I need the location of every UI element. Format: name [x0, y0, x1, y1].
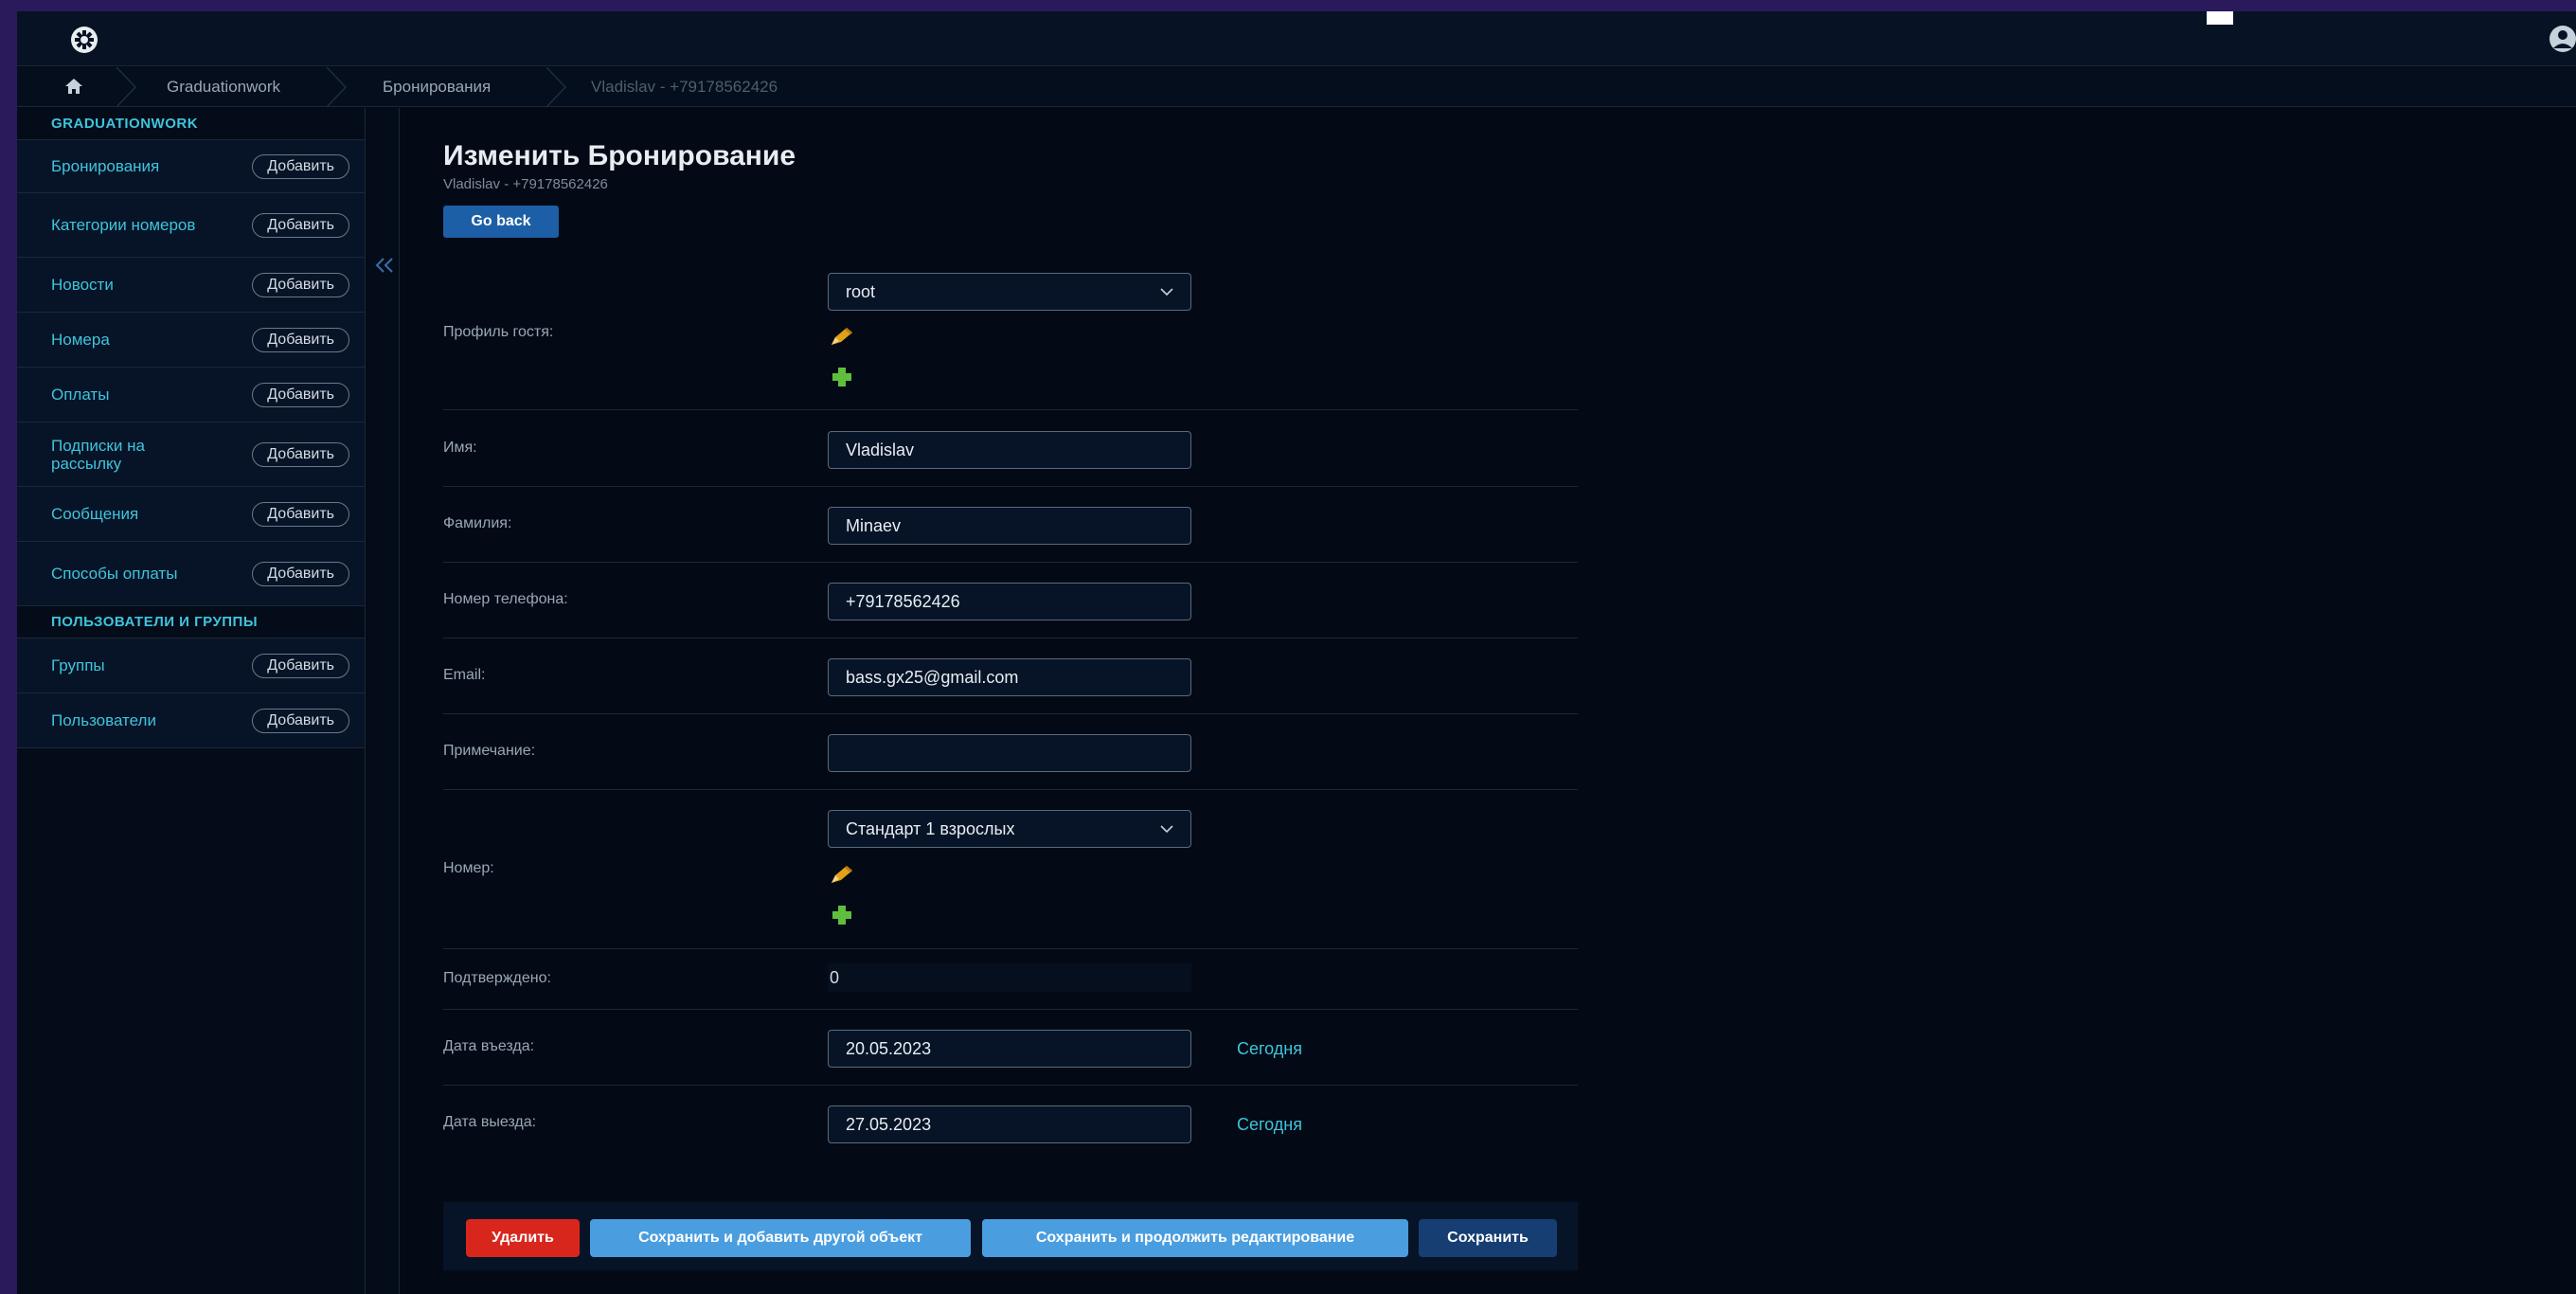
home-icon[interactable] — [64, 78, 83, 95]
go-back-button[interactable]: Go back — [443, 206, 559, 238]
field-label: Номер: — [443, 860, 494, 876]
breadcrumb-separator-icon — [326, 67, 348, 107]
delete-button[interactable]: Удалить — [466, 1219, 580, 1257]
add-button[interactable]: Добавить — [252, 153, 349, 179]
first-name-input[interactable]: Vladislav — [828, 431, 1191, 469]
last-name-input[interactable]: Minaev — [828, 507, 1191, 545]
breadcrumb-bookings[interactable]: Бронирования — [383, 67, 491, 107]
add-button[interactable]: Добавить — [252, 441, 349, 467]
checkin-date-input[interactable]: 20.05.2023 — [828, 1030, 1191, 1068]
select-value: root — [846, 282, 876, 301]
checkout-date-input[interactable]: 27.05.2023 — [828, 1105, 1191, 1143]
sidebar-toggle[interactable] — [367, 108, 400, 1294]
breadcrumb-current: Vladislav - +79178562426 — [591, 78, 778, 96]
form-row-checkin: Дата въезда: 20.05.2023 Сегодня — [443, 1010, 1578, 1086]
save-and-add-button[interactable]: Сохранить и добавить другой объект — [590, 1219, 971, 1257]
add-button[interactable]: Добавить — [252, 212, 349, 238]
sidebar-item-messages: Сообщения Добавить — [17, 487, 365, 542]
save-button[interactable]: Сохранить — [1419, 1219, 1557, 1257]
form-row-first-name: Имя: Vladislav — [443, 411, 1578, 487]
add-button[interactable]: Добавить — [252, 501, 349, 527]
plus-icon[interactable] — [828, 366, 856, 388]
form-row-checkout: Дата выезда: 27.05.2023 Сегодня — [443, 1086, 1578, 1161]
gear-icon[interactable] — [64, 25, 104, 55]
form-row-room: Номер: Стандарт 1 взрослых — [443, 790, 1578, 949]
field-label: Примечание: — [443, 743, 536, 759]
sidebar-item-label[interactable]: Подписки на рассылку — [51, 437, 212, 473]
pencil-icon[interactable] — [828, 864, 856, 887]
sidebar-item-label[interactable]: Бронирования — [51, 157, 159, 175]
field-label: Имя: — [443, 440, 477, 456]
sidebar-item-label[interactable]: Номера — [51, 331, 110, 349]
form-row-confirmed: Подтверждено: 0 — [443, 949, 1578, 1010]
form-row-last-name: Фамилия: Minaev — [443, 487, 1578, 563]
breadcrumb-separator-icon — [116, 67, 137, 107]
sidebar-section-title[interactable]: ПОЛЬЗОВАТЕЛИ И ГРУППЫ — [17, 606, 365, 638]
add-button[interactable]: Добавить — [252, 653, 349, 678]
window-marker — [2207, 11, 2233, 25]
sidebar-item-bookings: Бронирования Добавить — [17, 140, 365, 193]
checkout-today-link[interactable]: Сегодня — [1237, 1105, 1302, 1143]
sidebar-item-payment-methods: Способы оплаты Добавить — [17, 542, 365, 606]
page-subtitle: Vladislav - +79178562426 — [443, 176, 608, 192]
sidebar-item-news: Новости Добавить — [17, 258, 365, 313]
sidebar-item-label[interactable]: Пользователи — [51, 711, 156, 729]
confirmed-value: 0 — [828, 963, 1191, 992]
sidebar-item-subscriptions: Подписки на рассылку Добавить — [17, 422, 365, 487]
add-button[interactable]: Добавить — [252, 382, 349, 407]
save-and-continue-button[interactable]: Сохранить и продолжить редактирование — [982, 1219, 1408, 1257]
sidebar-item-label[interactable]: Способы оплаты — [51, 565, 177, 583]
admin-window: Graduationwork Бронирования Vladislav - … — [17, 11, 2576, 1294]
sidebar-item-label[interactable]: Новости — [51, 276, 114, 294]
sidebar-item-users: Пользователи Добавить — [17, 693, 365, 748]
form-row-note: Примечание: — [443, 714, 1578, 790]
top-header — [17, 11, 2576, 66]
add-button[interactable]: Добавить — [252, 272, 349, 297]
select-value: Стандарт 1 взрослых — [846, 819, 1015, 838]
sidebar-item-groups: Группы Добавить — [17, 638, 365, 693]
sidebar-item-payments: Оплаты Добавить — [17, 368, 365, 422]
add-button[interactable]: Добавить — [252, 327, 349, 352]
field-label: Дата выезда: — [443, 1114, 537, 1130]
sidebar: GRADUATIONWORK Бронирования Добавить Кат… — [17, 108, 366, 1294]
sidebar-item-label[interactable]: Группы — [51, 656, 105, 674]
sidebar-item-rooms: Номера Добавить — [17, 313, 365, 368]
field-label: Дата въезда: — [443, 1038, 535, 1054]
sidebar-item-label[interactable]: Категории номеров — [51, 216, 195, 234]
guest-profile-select[interactable]: root — [828, 273, 1191, 311]
page-title: Изменить Бронирование — [443, 140, 796, 171]
room-select[interactable]: Стандарт 1 взрослых — [828, 810, 1191, 848]
form-row-guest-profile: Профиль гостя: root — [443, 258, 1578, 410]
phone-input[interactable]: +79178562426 — [828, 583, 1191, 620]
email-input[interactable]: bass.gx25@gmail.com — [828, 658, 1191, 696]
note-input[interactable] — [828, 734, 1191, 772]
submit-row: Удалить Сохранить и добавить другой объе… — [443, 1202, 1578, 1270]
form-row-phone: Номер телефона: +79178562426 — [443, 563, 1578, 638]
field-label: Профиль гостя: — [443, 324, 554, 340]
field-label: Email: — [443, 667, 486, 683]
form-row-email: Email: bass.gx25@gmail.com — [443, 638, 1578, 714]
breadcrumb: Graduationwork Бронирования Vladislav - … — [17, 67, 2576, 107]
double-chevron-left-icon[interactable] — [373, 256, 396, 275]
sidebar-item-label[interactable]: Оплаты — [51, 386, 109, 404]
sidebar-section-title[interactable]: GRADUATIONWORK — [17, 108, 365, 140]
chevron-down-icon — [1160, 288, 1173, 297]
plus-icon[interactable] — [828, 904, 856, 926]
chevron-down-icon — [1160, 825, 1173, 834]
field-label: Номер телефона: — [443, 591, 568, 607]
user-icon[interactable] — [2540, 25, 2576, 53]
breadcrumb-graduationwork[interactable]: Graduationwork — [167, 67, 280, 107]
checkin-today-link[interactable]: Сегодня — [1237, 1030, 1302, 1068]
add-button[interactable]: Добавить — [252, 561, 349, 586]
field-label: Подтверждено: — [443, 970, 551, 986]
sidebar-item-room-categories: Категории номеров Добавить — [17, 193, 365, 258]
pencil-icon[interactable] — [828, 326, 856, 349]
sidebar-item-label[interactable]: Сообщения — [51, 505, 138, 523]
field-label: Фамилия: — [443, 515, 512, 531]
breadcrumb-separator-icon — [546, 67, 567, 107]
add-button[interactable]: Добавить — [252, 708, 349, 733]
